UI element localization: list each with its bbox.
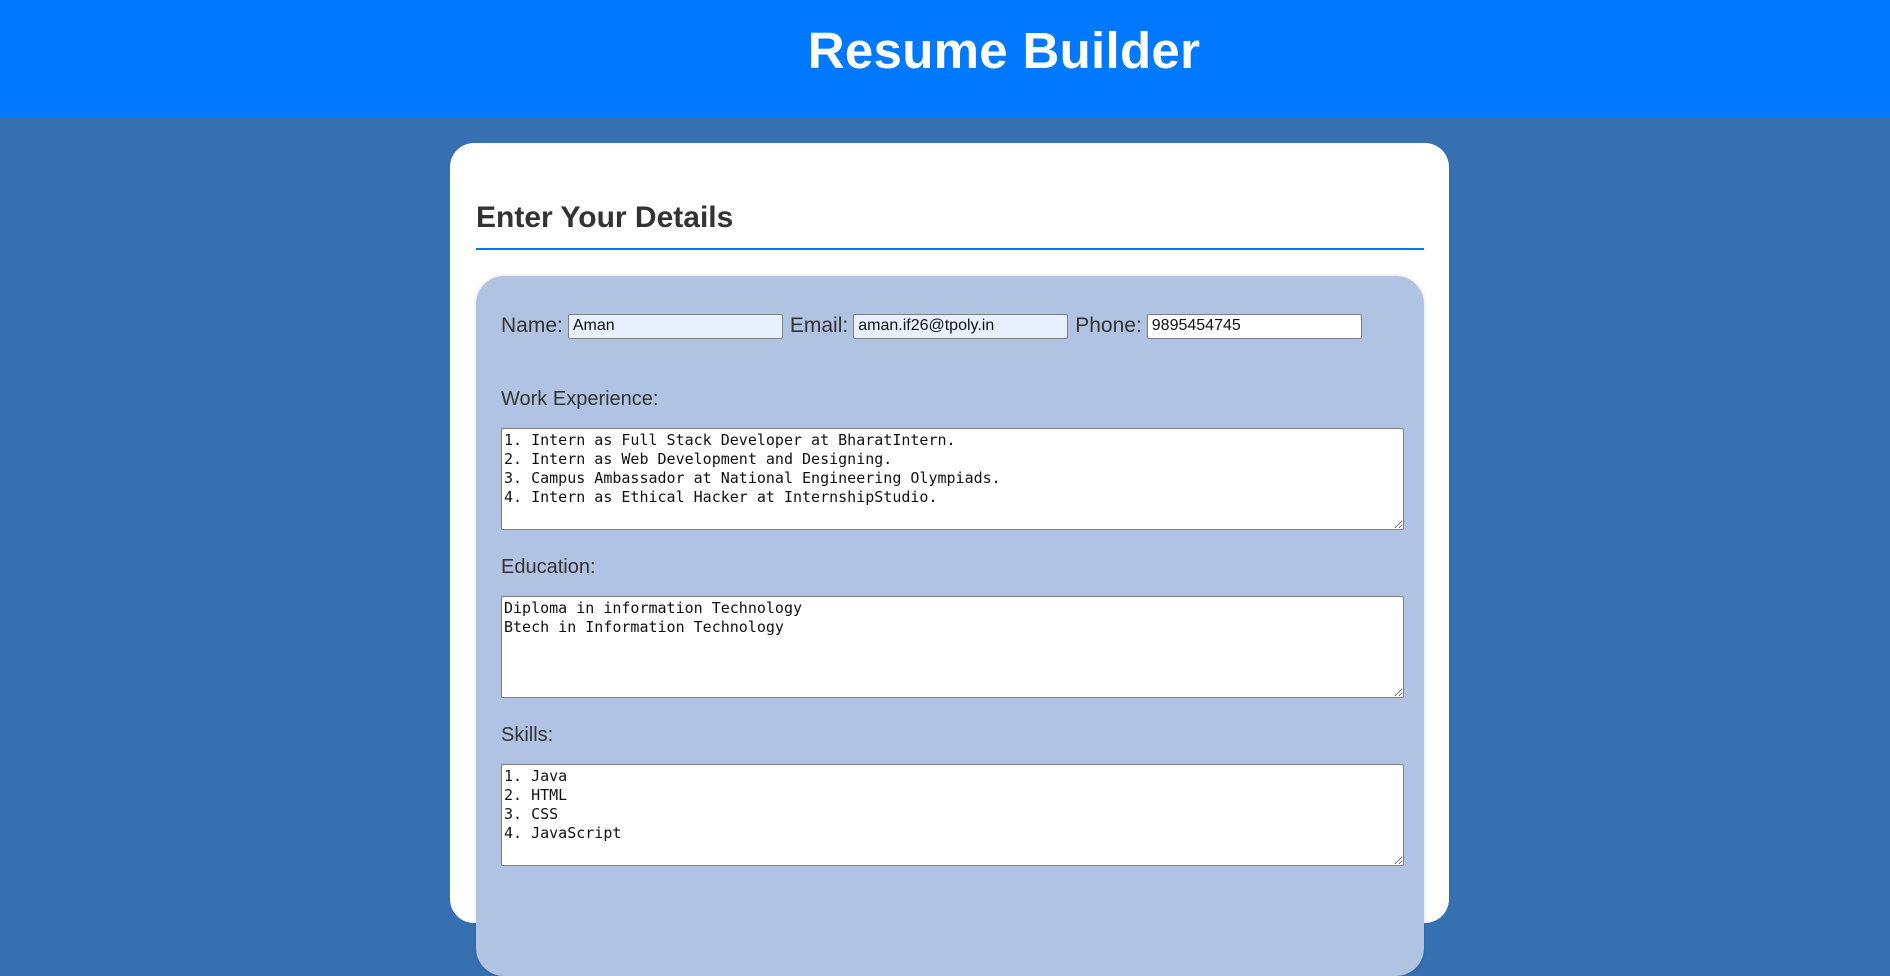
title-divider	[476, 248, 1424, 250]
skills-textarea[interactable]: 1. Java 2. HTML 3. CSS 4. JavaScript	[501, 764, 1404, 866]
section-title: Enter Your Details	[476, 201, 734, 234]
email-label: Email:	[789, 314, 849, 337]
name-label: Name:	[501, 314, 563, 337]
work-experience-textarea[interactable]: 1. Intern as Full Stack Developer at Bha…	[501, 428, 1404, 530]
education-textarea[interactable]: Diploma in information Technology Btech …	[501, 596, 1404, 698]
app-header: Resume Builder	[0, 0, 1890, 118]
details-card: Enter Your Details Name: Email: Phone: W…	[450, 143, 1449, 976]
app-title: Resume Builder	[807, 21, 1201, 79]
phone-input[interactable]	[1146, 313, 1362, 339]
resume-form: Name: Email: Phone: Work Experience: 1. …	[476, 276, 1424, 976]
skills-label: Skills:	[501, 724, 554, 746]
education-label: Education:	[501, 556, 596, 578]
contact-row: Name: Email: Phone:	[501, 312, 1369, 340]
work-experience-label: Work Experience:	[501, 388, 659, 410]
email-input[interactable]	[853, 313, 1069, 339]
name-input[interactable]	[567, 313, 783, 339]
phone-label: Phone:	[1075, 314, 1142, 337]
